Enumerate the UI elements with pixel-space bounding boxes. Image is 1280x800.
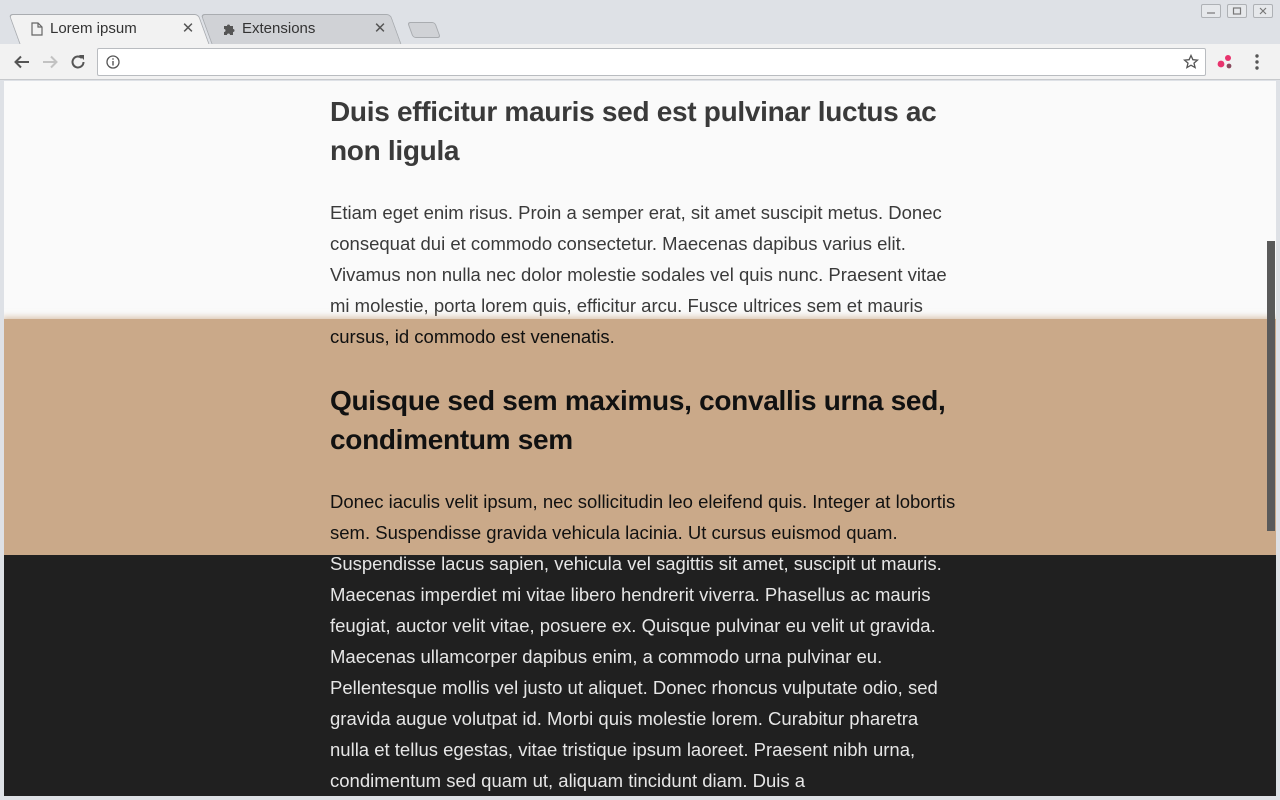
- tab-extensions[interactable]: Extensions ✕: [200, 14, 402, 44]
- page-viewport[interactable]: Duis efficitur mauris sed est pulvinar l…: [4, 81, 1276, 796]
- tan-band-text-clip: Etiam eget enim risus. Proin a semper er…: [4, 319, 1276, 555]
- browser-toolbar: [0, 44, 1280, 80]
- close-icon[interactable]: ✕: [180, 19, 196, 37]
- scrollbar-thumb[interactable]: [1267, 241, 1275, 531]
- menu-kebab-icon[interactable]: [1250, 52, 1264, 72]
- bookmark-star-icon[interactable]: [1182, 53, 1200, 70]
- tab-lorem-ipsum[interactable]: Lorem ipsum ✕: [8, 14, 210, 44]
- tab-title: Lorem ipsum: [50, 20, 137, 37]
- section-paragraph: Donec iaculis velit ipsum, nec sollicitu…: [330, 491, 956, 555]
- info-icon[interactable]: [106, 55, 120, 69]
- close-icon[interactable]: ✕: [372, 19, 388, 37]
- section-heading: Quisque sed sem maximus, convallis urna …: [330, 385, 946, 455]
- extension-icon[interactable]: [1215, 52, 1235, 72]
- title-bar: Lorem ipsum ✕ Extensions ✕: [0, 0, 1280, 44]
- window-frame: [0, 81, 4, 800]
- section-heading: Duis efficitur mauris sed est pulvinar l…: [330, 96, 937, 166]
- section-paragraph: Donec iaculis velit ipsum, nec sollicitu…: [330, 555, 942, 791]
- url-input[interactable]: [128, 52, 1168, 72]
- forward-icon[interactable]: [38, 50, 62, 74]
- reload-icon[interactable]: [66, 50, 90, 74]
- window-close-icon[interactable]: [1253, 4, 1273, 18]
- scrollbar[interactable]: [1266, 81, 1276, 796]
- maximize-icon[interactable]: [1227, 4, 1247, 18]
- dark-band-text-clip: Donec iaculis velit ipsum, nec sollicitu…: [4, 555, 1276, 796]
- page-icon: [30, 21, 44, 37]
- minimize-icon[interactable]: [1201, 4, 1221, 18]
- window-frame: [1276, 81, 1280, 800]
- address-bar[interactable]: [97, 48, 1206, 76]
- section-paragraph: Etiam eget enim risus. Proin a semper er…: [330, 326, 615, 347]
- tab-title: Extensions: [242, 20, 316, 37]
- window-frame: [0, 796, 1280, 800]
- back-icon[interactable]: [10, 50, 34, 74]
- new-tab-button[interactable]: [407, 22, 441, 38]
- puzzle-icon: [222, 21, 236, 37]
